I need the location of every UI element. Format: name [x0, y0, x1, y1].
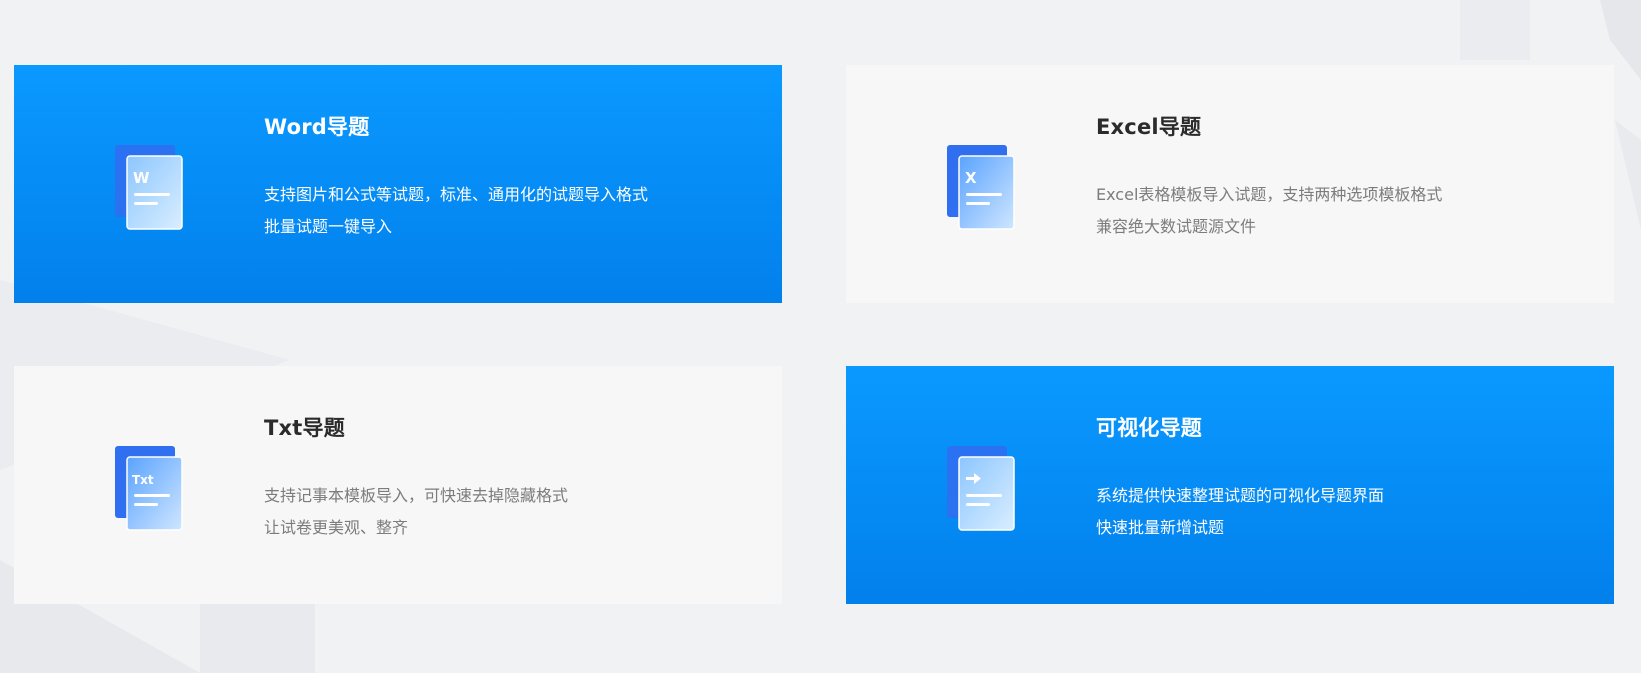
- card-title: 可视化导题: [1096, 416, 1202, 440]
- card-title: Txt导题: [264, 416, 345, 440]
- card-description: Excel表格模板导入试题，支持两种选项模板格式 兼容绝大数试题源文件: [1096, 179, 1442, 243]
- card-desc-line-1: 支持记事本模板导入，可快速去掉隐藏格式: [264, 486, 569, 505]
- txt-import-card[interactable]: Txt Txt导题 支持记事本模板导入，可快速去掉隐藏格式 让试卷更美观、整齐: [14, 366, 782, 604]
- svg-text:W: W: [133, 169, 150, 187]
- txt-doc-icon: Txt: [105, 446, 185, 532]
- word-doc-icon: W: [105, 145, 185, 231]
- card-title: Excel导题: [1096, 115, 1202, 139]
- card-description: 系统提供快速整理试题的可视化导题界面 快速批量新增试题: [1096, 480, 1384, 544]
- word-import-card[interactable]: W Word导题 支持图片和公式等试题，标准、通用化的试题导入格式 批量试题一键…: [14, 65, 782, 303]
- excel-import-card[interactable]: X Excel导题 Excel表格模板导入试题，支持两种选项模板格式 兼容绝大数…: [846, 65, 1614, 303]
- svg-text:X: X: [965, 169, 977, 187]
- excel-doc-icon: X: [937, 145, 1017, 231]
- visual-import-card[interactable]: 可视化导题 系统提供快速整理试题的可视化导题界面 快速批量新增试题: [846, 366, 1614, 604]
- card-desc-line-2: 兼容绝大数试题源文件: [1096, 217, 1257, 236]
- visual-doc-icon: [937, 446, 1017, 532]
- card-desc-line-1: Excel表格模板导入试题，支持两种选项模板格式: [1096, 185, 1443, 204]
- card-desc-line-2: 快速批量新增试题: [1096, 518, 1225, 537]
- svg-text:Txt: Txt: [132, 473, 154, 487]
- card-desc-line-1: 系统提供快速整理试题的可视化导题界面: [1096, 486, 1385, 505]
- card-desc-line-1: 支持图片和公式等试题，标准、通用化的试题导入格式: [264, 185, 649, 204]
- card-description: 支持记事本模板导入，可快速去掉隐藏格式 让试卷更美观、整齐: [264, 480, 568, 544]
- card-title: Word导题: [264, 115, 370, 139]
- card-desc-line-2: 让试卷更美观、整齐: [264, 518, 409, 537]
- card-description: 支持图片和公式等试题，标准、通用化的试题导入格式 批量试题一键导入: [264, 179, 648, 243]
- card-desc-line-2: 批量试题一键导入: [264, 217, 393, 236]
